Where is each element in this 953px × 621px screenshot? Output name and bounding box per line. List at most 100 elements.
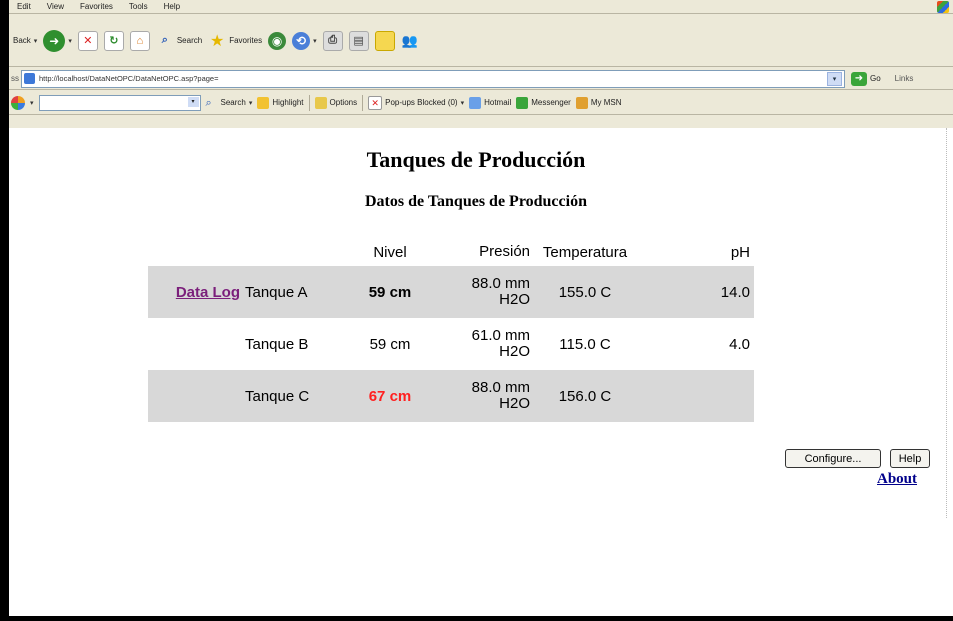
presion-value-line2: H2O [499,291,530,308]
menu-view[interactable]: View [39,2,72,11]
go-label: Go [870,74,881,83]
my-msn-label: My MSN [590,98,622,107]
presion-value: 88.0 mm H2O [445,370,530,422]
refresh-icon[interactable]: ↻ [103,30,124,51]
tank-name: Tanque A [243,266,335,318]
popups-label: Pop-ups Blocked (0) [385,98,458,107]
configure-button[interactable]: Configure... [785,449,881,468]
hotmail-icon [469,96,482,109]
history-dropdown-icon[interactable]: ▾ [313,37,317,45]
address-dropdown-icon[interactable]: ▾ [827,71,842,86]
menu-tools[interactable]: Tools [121,2,156,11]
tank-name: Tanque C [243,370,335,422]
messenger-button[interactable]: Messenger [516,96,571,109]
windows-logo-icon [937,1,949,13]
back-dropdown-icon[interactable]: ▾ [34,37,38,45]
home-icon[interactable]: ⌂ [129,30,150,51]
options-icon [314,96,327,109]
history-button[interactable]: ⟲ ▾ [292,31,317,50]
presion-value-line2: H2O [499,395,530,412]
print-icon[interactable]: ⎙ [322,30,343,51]
ph-value: 4.0 [729,335,750,353]
media-icon[interactable]: ◉ [268,31,287,50]
messenger-label: Messenger [531,98,571,107]
favorites-button[interactable]: ★ Favorites [208,32,262,50]
screen-border-bottom [0,616,953,621]
discuss-icon[interactable] [374,30,395,51]
highlight-icon [257,96,270,109]
presion-value: 61.0 mm H2O [445,318,530,370]
msn-toolbar: ▾ ▾ ⌕ Search ▾ Highlight Options ✕ Pop-u… [9,91,953,115]
tanks-table: Nivel Presión Temperatura pH Data Log Ta… [148,238,754,422]
page-title: Tanques de Producción [366,147,586,172]
page-icon [24,73,35,84]
address-label: ss [11,74,19,83]
forward-dropdown-icon[interactable]: ▾ [68,37,72,45]
menu-edit[interactable]: Edit [9,2,39,11]
header-presion: Presión [479,243,530,260]
favorites-star-icon: ★ [210,32,225,50]
search-label: Search [176,36,203,45]
msn-search-input[interactable]: ▾ [38,94,201,111]
hotmail-button[interactable]: Hotmail [469,96,512,109]
msn-search-button[interactable]: ⌕ Search ▾ [206,97,253,109]
nivel-value: 59 cm [369,335,411,353]
messenger-people-icon[interactable]: 👥 [401,32,419,50]
msn-search-label: Search [220,98,246,107]
highlight-button[interactable]: Highlight [257,96,304,109]
messenger-icon [516,96,529,109]
row-link-cell: Data Log [148,266,243,318]
back-button[interactable]: Back ▾ [13,36,37,45]
popup-blocked-icon: ✕ [368,95,383,110]
msn-search-icon: ⌕ [205,96,212,109]
table-header-row: Nivel Presión Temperatura pH [148,238,754,266]
forward-button[interactable]: ➜ ▾ [43,29,72,52]
header-empty [243,238,335,266]
presion-value-line2: H2O [499,343,530,360]
back-label: Back [13,36,31,45]
temperatura-value: 156.0 C [530,370,640,422]
row-link-cell [148,318,243,370]
temperatura-value: 115.0 C [559,335,611,353]
go-arrow-icon: ➜ [851,71,867,86]
msn-dropdown-icon[interactable]: ▾ [30,99,34,107]
popups-caret-icon: ▾ [460,99,465,107]
header-nivel: Nivel [373,243,407,261]
links-button[interactable]: Links [895,74,914,83]
msn-search-dropdown-icon[interactable]: ▾ [187,96,199,107]
menu-favorites[interactable]: Favorites [72,2,121,11]
screen-border-left [0,0,9,621]
forward-arrow-icon: ➜ [43,29,66,52]
options-button[interactable]: Options [314,96,357,109]
header-empty [148,238,243,266]
table-row: Data Log Tanque A 59 cm 88.0 mm H2O 155.0… [148,266,754,318]
ph-value [640,370,754,422]
address-bar: ss http://localhost/DataNetOPC/DataNetOP… [9,68,953,90]
history-icon: ⟲ [292,31,311,50]
menu-help[interactable]: Help [156,2,188,11]
help-button[interactable]: Help [890,449,930,468]
search-icon: ⌕ [161,34,168,46]
go-button[interactable]: ➜ Go [851,71,881,86]
standard-toolbar: Back ▾ ➜ ▾ ✕ ↻ ⌂ ⌕ Search ★ Favorites ◉ … [9,15,953,67]
browser-chrome: Edit View Favorites Tools Help Back ▾ ➜ … [9,0,953,128]
nivel-value: 59 cm [335,266,445,318]
edit-icon[interactable]: ▤ [348,30,369,51]
toolbar-separator [308,94,310,111]
popup-blocker-button[interactable]: ✕ Pop-ups Blocked (0) ▾ [368,95,465,110]
msn-butterfly-icon[interactable] [11,95,25,110]
data-log-link[interactable]: Data Log [176,284,240,301]
page-subtitle: Datos de Tanques de Producción [365,193,587,210]
hotmail-label: Hotmail [484,98,512,107]
row-link-cell [148,370,243,422]
toolbar-separator [362,94,364,111]
presion-value-line1: 61.0 mm [471,327,530,344]
temperatura-value: 155.0 C [530,266,640,318]
my-msn-button[interactable]: My MSN [575,96,622,109]
address-url: http://localhost/DataNetOPC/DataNetOPC.a… [39,74,219,83]
stop-icon[interactable]: ✕ [77,30,98,51]
search-button[interactable]: ⌕ Search [156,32,202,50]
about-link[interactable]: About [877,471,917,488]
address-input[interactable]: http://localhost/DataNetOPC/DataNetOPC.a… [21,69,845,88]
presion-value-line1: 88.0 mm [471,379,530,396]
